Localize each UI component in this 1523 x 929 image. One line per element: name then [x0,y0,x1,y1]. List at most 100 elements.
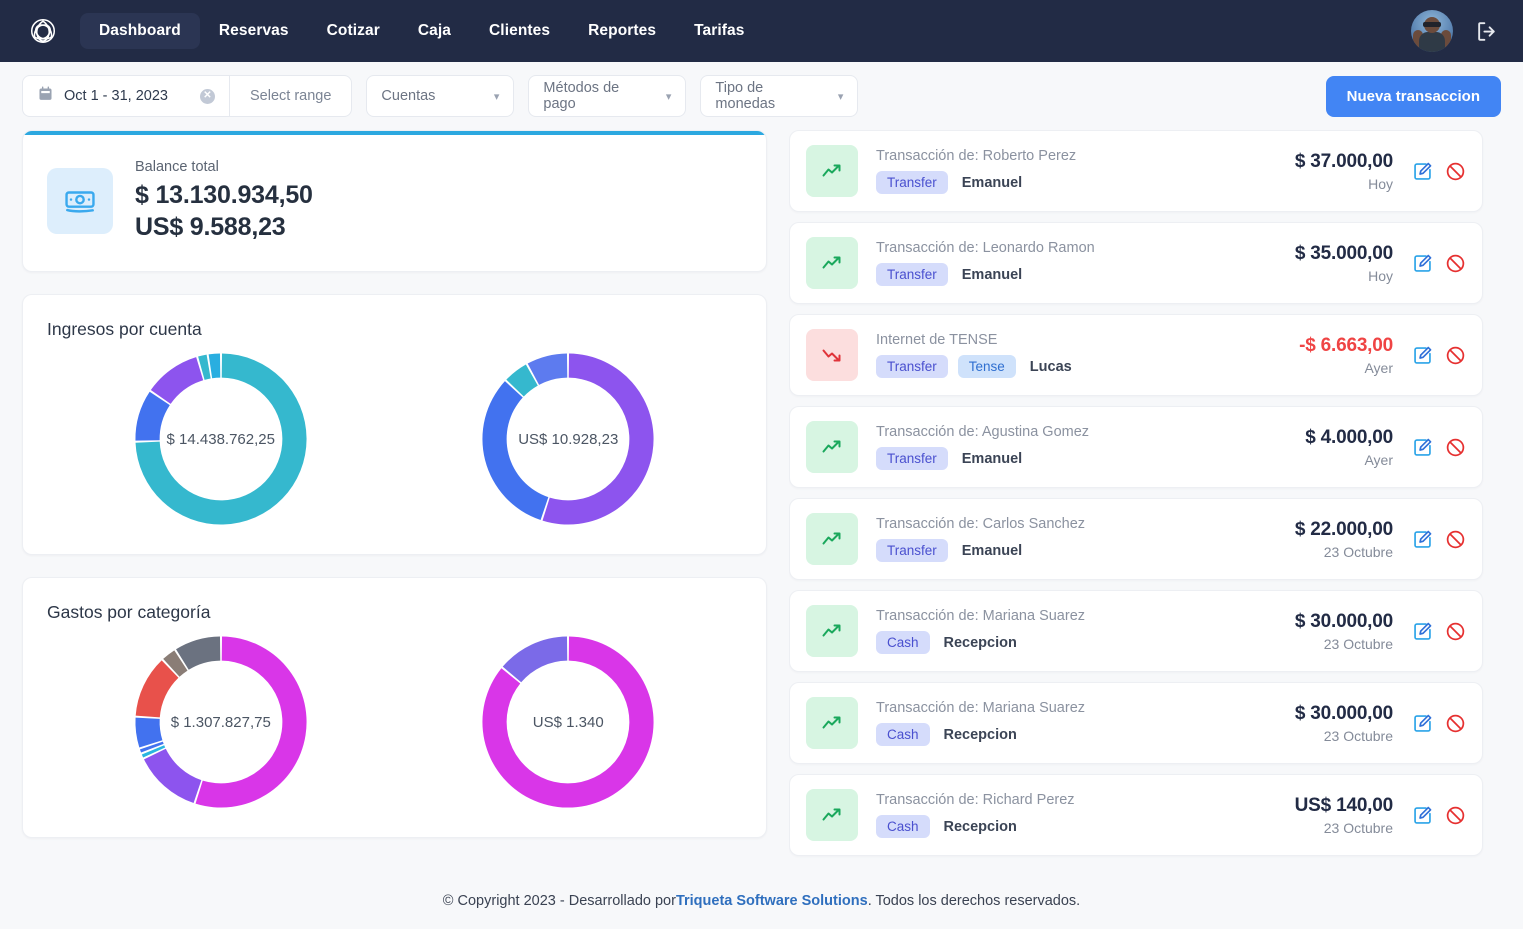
transaction-actions [1411,252,1466,274]
edit-pencil-icon[interactable] [1411,528,1433,550]
ingresos-por-cuenta-card: Ingresos por cuenta $ 14.438.762,25 US$ … [22,294,767,555]
nav-item-reportes[interactable]: Reportes [569,13,675,49]
transaction-right: $ 30.000,00 23 Octubre [1295,703,1411,744]
transaction-row[interactable]: Transacción de: Mariana Suarez Cash Rece… [789,590,1483,672]
nav-item-dashboard[interactable]: Dashboard [80,13,200,49]
dashboard-page: Dashboard Reservas Cotizar Caja Clientes… [0,0,1523,929]
nueva-transaccion-button[interactable]: Nueva transaccion [1326,76,1501,117]
transaction-row[interactable]: Transacción de: Agustina Gomez Transfer … [789,406,1483,488]
transaction-row[interactable]: Internet de TENSE Transfer Tense Lucas -… [789,314,1483,396]
transaction-row[interactable]: Transacción de: Roberto Perez Transfer E… [789,130,1483,212]
date-range-input[interactable]: Oct 1 - 31, 2023 ✕ [23,76,229,116]
nav-item-caja[interactable]: Caja [399,13,470,49]
transaction-tags: Cash Recepcion [876,815,1295,838]
select-monedas-label: Tipo de monedas [715,80,811,112]
gastos-donut-ars[interactable]: $ 1.307.827,75 [128,629,314,815]
cancel-forbidden-icon[interactable] [1444,344,1466,366]
nav-item-cotizar[interactable]: Cotizar [308,13,399,49]
transaction-amount: $ 30.000,00 [1295,703,1393,725]
left-column: Balance total $ 13.130.934,50 US$ 9.588,… [22,130,767,873]
edit-pencil-icon[interactable] [1411,436,1433,458]
transaction-row[interactable]: Transacción de: Richard Perez Cash Recep… [789,774,1483,856]
transaction-description: Transacción de: Mariana Suarez [876,700,1295,716]
cancel-forbidden-icon[interactable] [1444,712,1466,734]
edit-pencil-icon[interactable] [1411,160,1433,182]
clear-circle-icon[interactable]: ✕ [200,89,215,104]
cancel-forbidden-icon[interactable] [1444,252,1466,274]
cancel-forbidden-icon[interactable] [1444,528,1466,550]
cancel-forbidden-icon[interactable] [1444,160,1466,182]
avatar[interactable] [1411,10,1453,52]
select-cuentas[interactable]: Cuentas ▾ [366,75,514,117]
balance-label: Balance total [135,159,313,175]
transaction-person: Emanuel [962,267,1022,283]
transaction-right: $ 35.000,00 Hoy [1295,243,1411,284]
cancel-forbidden-icon[interactable] [1444,804,1466,826]
transaction-amount: -$ 6.663,00 [1299,335,1393,357]
edit-pencil-icon[interactable] [1411,712,1433,734]
cancel-forbidden-icon[interactable] [1444,436,1466,458]
transaction-actions [1411,160,1466,182]
logout-icon[interactable] [1473,17,1501,45]
transaction-person: Recepcion [944,727,1017,743]
transaction-method-badge: Cash [876,723,930,746]
transaction-row[interactable]: Transacción de: Leonardo Ramon Transfer … [789,222,1483,304]
transaction-description: Transacción de: Agustina Gomez [876,424,1305,440]
transaction-person: Recepcion [944,635,1017,651]
triquetra-logo-icon[interactable] [22,10,64,52]
footer: © Copyright 2023 - Desarrollado por Triq… [0,873,1523,929]
transaction-person: Lucas [1030,359,1072,375]
gastos-donut-ars-label: $ 1.307.827,75 [128,629,314,815]
transaction-method-badge: Transfer [876,355,948,378]
select-tipo-de-monedas[interactable]: Tipo de monedas ▾ [700,75,858,117]
trend-up-icon [806,421,858,473]
transaction-person: Emanuel [962,543,1022,559]
nav-item-clientes[interactable]: Clientes [470,13,569,49]
footer-suffix: . Todos los derechos reservados. [868,893,1081,909]
gastos-donut-usd[interactable]: US$ 1.340 [475,629,661,815]
transaction-tags: Cash Recepcion [876,723,1295,746]
ingresos-donuts: $ 14.438.762,25 US$ 10.928,23 [47,346,742,532]
transaction-actions [1411,804,1466,826]
transactions-scroll-list[interactable]: Transacción de: Roberto Perez Transfer E… [789,130,1501,873]
transaction-row[interactable]: Transacción de: Mariana Suarez Cash Rece… [789,682,1483,764]
transaction-row[interactable]: Transacción de: Carlos Sanchez Transfer … [789,498,1483,580]
nav-item-reservas[interactable]: Reservas [200,13,308,49]
cancel-forbidden-icon[interactable] [1444,620,1466,642]
navbar-right-actions [1411,0,1501,62]
transaction-date: Hoy [1295,268,1393,284]
ingresos-donut-ars[interactable]: $ 14.438.762,25 [128,346,314,532]
nav-item-tarifas[interactable]: Tarifas [675,13,763,49]
balance-amount-ars: $ 13.130.934,50 [135,179,313,211]
edit-pencil-icon[interactable] [1411,252,1433,274]
transaction-description: Transacción de: Roberto Perez [876,148,1295,164]
select-range-button[interactable]: Select range [230,76,351,116]
ingresos-donut-ars-label: $ 14.438.762,25 [128,346,314,532]
transaction-tags: Transfer Emanuel [876,447,1305,470]
transaction-person: Emanuel [962,451,1022,467]
select-metodos-de-pago[interactable]: Métodos de pago ▾ [528,75,686,117]
select-metodos-label: Métodos de pago [543,80,639,112]
gastos-por-categoria-card: Gastos por categoría $ 1.307.827,75 US$ … [22,577,767,838]
transaction-actions [1411,712,1466,734]
gastos-donut-usd-label: US$ 1.340 [475,629,661,815]
transaction-date: 23 Octubre [1295,544,1393,560]
transaction-body: Transacción de: Mariana Suarez Cash Rece… [858,608,1295,654]
transaction-method-badge: Cash [876,815,930,838]
edit-pencil-icon[interactable] [1411,344,1433,366]
transaction-tags: Transfer Emanuel [876,539,1295,562]
filter-bar: Oct 1 - 31, 2023 ✕ Select range Cuentas … [0,62,1523,130]
transaction-right: $ 4.000,00 Ayer [1305,427,1411,468]
transactions-panel: Transacción de: Roberto Perez Transfer E… [789,130,1501,873]
transaction-date: 23 Octubre [1295,728,1393,744]
edit-pencil-icon[interactable] [1411,620,1433,642]
transaction-right: -$ 6.663,00 Ayer [1299,335,1411,376]
edit-pencil-icon[interactable] [1411,804,1433,826]
date-range-value: Oct 1 - 31, 2023 [64,88,168,104]
balance-amount-usd: US$ 9.588,23 [135,211,313,243]
transaction-amount: $ 30.000,00 [1295,611,1393,633]
transaction-amount: $ 22.000,00 [1295,519,1393,541]
footer-link[interactable]: Triqueta Software Solutions [676,893,868,909]
transaction-amount: $ 35.000,00 [1295,243,1393,265]
ingresos-donut-usd[interactable]: US$ 10.928,23 [475,346,661,532]
